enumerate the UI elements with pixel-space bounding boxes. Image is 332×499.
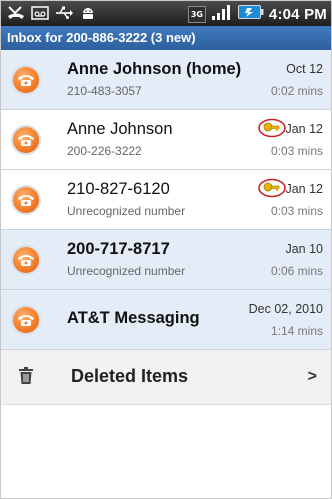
caller-number: Unrecognized number (67, 204, 186, 218)
message-date: Jan 12 (285, 182, 323, 196)
missed-call-icon (7, 4, 25, 22)
list-item[interactable]: 210-827-6120 Unrecognized number Jan 12 … (1, 170, 331, 230)
message-duration: 0:03 mins (270, 204, 323, 218)
inbox-header: Inbox for 200-886-3222 (3 new) (1, 26, 331, 50)
phone-icon (13, 127, 39, 153)
caller-name: Anne Johnson (67, 120, 173, 138)
phone-icon (13, 247, 39, 273)
caller-number: 210-483-3057 (67, 84, 142, 98)
list-item[interactable]: 200-717-8717 Unrecognized number Jan 10 … (1, 230, 331, 290)
list-item[interactable]: AT&T Messaging Dec 02, 2010 1:14 mins (1, 290, 331, 350)
network-3g-icon: 3G (187, 5, 206, 23)
chevron-right-icon: > (307, 368, 317, 385)
message-duration: 0:02 mins (270, 84, 323, 98)
message-duration: 0:06 mins (270, 264, 323, 278)
status-bar: 3G 4:04 PM (1, 1, 331, 26)
phone-screen: 3G 4:04 PM Inbox for 200-886-3222 (3 new… (0, 0, 332, 499)
voicemail-icon (31, 4, 49, 22)
message-date: Oct 12 (286, 62, 323, 76)
key-icon (257, 118, 287, 138)
trash-icon (18, 367, 34, 389)
message-duration: 0:03 mins (270, 144, 323, 158)
caller-name: AT&T Messaging (67, 309, 200, 327)
caller-number: 200-226-3222 (67, 144, 142, 158)
caller-name: 200-717-8717 (67, 240, 170, 258)
clock: 4:04 PM (268, 5, 327, 23)
list-item[interactable]: Anne Johnson (home) 210-483-3057 Oct 12 … (1, 50, 331, 110)
message-date: Jan 10 (285, 242, 323, 256)
key-icon (257, 178, 287, 198)
message-duration: 1:14 mins (270, 324, 323, 338)
usb-icon (55, 4, 73, 22)
caller-name: 210-827-6120 (67, 180, 170, 198)
message-date: Jan 12 (285, 122, 323, 136)
caller-number: Unrecognized number (67, 264, 186, 278)
deleted-items-row[interactable]: Deleted Items > (1, 350, 331, 405)
message-date: Dec 02, 2010 (248, 302, 323, 316)
phone-icon (13, 67, 39, 93)
battery-icon (237, 4, 264, 24)
phone-icon (13, 307, 39, 333)
signal-icon (211, 3, 233, 25)
phone-icon (13, 187, 39, 213)
list-item[interactable]: Anne Johnson 200-226-3222 Jan 12 0:03 mi… (1, 110, 331, 170)
voicemail-list: Anne Johnson (home) 210-483-3057 Oct 12 … (1, 50, 331, 350)
caller-name: Anne Johnson (home) (67, 60, 242, 78)
deleted-items-label: Deleted Items (71, 366, 189, 386)
android-icon (79, 4, 97, 22)
